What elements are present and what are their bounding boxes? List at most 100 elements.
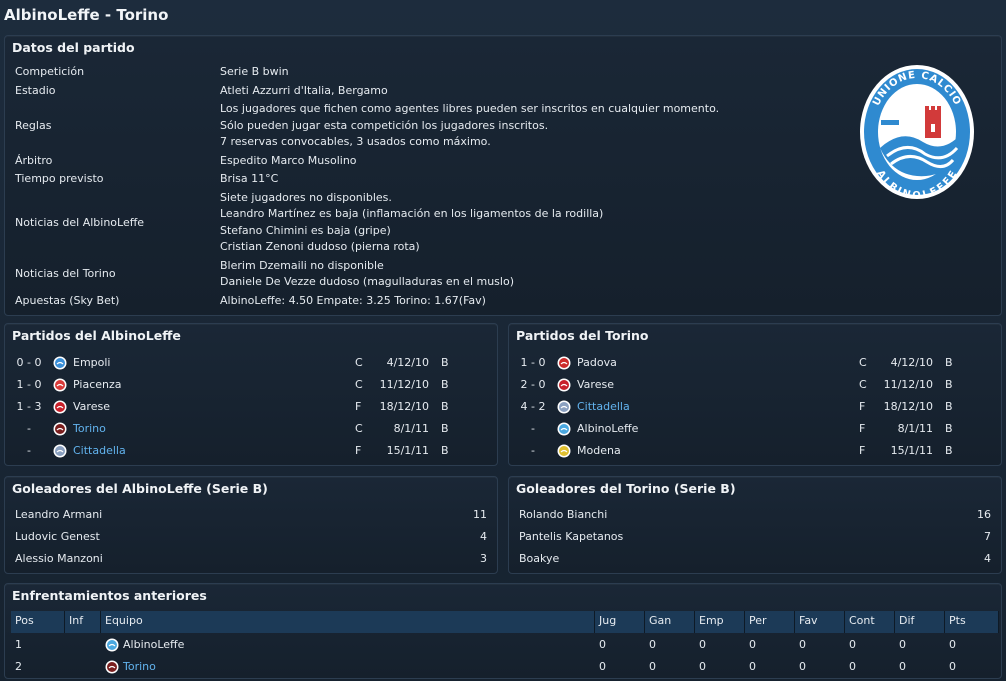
fixture-row[interactable]: 1 - 0 Piacenza C 11/12/10 B (5, 374, 497, 396)
scorer-name[interactable]: Boakye (519, 548, 559, 570)
scorer-row[interactable]: Pantelis Kapetanos 7 (509, 526, 1001, 548)
cell-dif: 0 (899, 660, 906, 673)
fixture-row[interactable]: - Torino C 8/1/11 B (5, 418, 497, 440)
column-header-pos[interactable]: Pos (11, 611, 65, 633)
scorer-row[interactable]: Ludovic Genest 4 (5, 526, 497, 548)
fixture-score: 4 - 2 (520, 400, 546, 413)
column-header-pts[interactable]: Pts (945, 611, 999, 633)
detail-value: 7 reservas convocables, 3 usados como má… (220, 135, 491, 148)
column-header-dif[interactable]: Dif (895, 611, 945, 633)
fixture-row[interactable]: 1 - 3 Varese F 18/12/10 B (5, 396, 497, 418)
scorer-name[interactable]: Pantelis Kapetanos (519, 526, 623, 548)
fixture-venue: F (355, 400, 362, 413)
cell-jug: 0 (599, 660, 606, 673)
column-header-fav[interactable]: Fav (795, 611, 845, 633)
home-fixtures-panel: Partidos del AlbinoLeffe 0 - 0 Empoli C 4/1… (4, 323, 498, 466)
crest-holder (53, 422, 67, 436)
fixture-row[interactable]: - AlbinoLeffe F 8/1/11 B (509, 418, 1001, 440)
fixture-team: Varese (73, 400, 110, 413)
fixture-row[interactable]: 1 - 0 Padova C 4/12/10 B (509, 352, 1001, 374)
home-scorers-panel: Goleadores del AlbinoLeffe (Serie B) Lea… (4, 476, 498, 574)
cell-per: 0 (749, 638, 756, 651)
scorer-row[interactable]: Boakye 4 (509, 548, 1001, 570)
crest-holder (53, 400, 67, 414)
scorer-name[interactable]: Alessio Manzoni (15, 548, 103, 570)
fixture-venue: C (859, 378, 867, 391)
scorer-goals: 11 (473, 508, 487, 521)
scorer-goals: 4 (480, 530, 487, 543)
away-scorers-panel: Goleadores del Torino (Serie B) Rolando … (508, 476, 1002, 574)
modena-crest-icon (557, 444, 571, 458)
fixture-row[interactable]: 4 - 2 Cittadella F 18/12/10 B (509, 396, 1001, 418)
home-scorers-title: Goleadores del AlbinoLeffe (Serie B) (12, 481, 268, 496)
fixture-competition: B (441, 400, 449, 413)
column-header-per[interactable]: Per (745, 611, 795, 633)
detail-label: Árbitro (15, 153, 53, 167)
fixture-venue: C (859, 356, 867, 369)
scorer-name[interactable]: Ludovic Genest (15, 526, 100, 548)
crest-holder (105, 638, 119, 652)
column-header-team[interactable]: Equipo (101, 611, 595, 633)
fixture-team[interactable]: Torino (73, 418, 106, 440)
crest-holder (53, 444, 67, 458)
detail-value: Siete jugadores no disponibles. (220, 190, 392, 204)
crest-holder (557, 400, 571, 414)
detail-value: Serie B bwin (220, 65, 289, 78)
cell-emp: 0 (699, 638, 706, 651)
fixture-venue: F (859, 444, 866, 457)
scorer-name[interactable]: Leandro Armani (15, 504, 102, 526)
detail-label: Reglas (15, 118, 52, 132)
scorer-row[interactable]: Leandro Armani 11 (5, 504, 497, 526)
fixture-score: 0 - 0 (16, 356, 42, 369)
cell-jug: 0 (599, 638, 606, 651)
fixture-row[interactable]: - Cittadella F 15/1/11 B (5, 440, 497, 462)
away-fixtures-panel: Partidos del Torino 1 - 0 Padova C 4/12/10 B… (508, 323, 1002, 466)
fixture-competition: B (441, 422, 449, 435)
fixture-team: Piacenza (73, 378, 122, 391)
fixture-team[interactable]: Cittadella (577, 396, 630, 418)
fixture-team: AlbinoLeffe (577, 422, 639, 435)
away-scorers-title: Goleadores del Torino (Serie B) (516, 481, 736, 496)
head-to-head-title: Enfrentamientos anteriores (12, 588, 207, 603)
fixture-row[interactable]: - Modena F 15/1/11 B (509, 440, 1001, 462)
scorer-goals: 16 (977, 508, 991, 521)
table-row[interactable]: 1 AlbinoLeffe 0 0 0 0 0 0 0 0 (11, 634, 999, 656)
column-header-inf[interactable]: Inf (65, 611, 101, 633)
detail-value: Sólo pueden jugar esta competición los j… (220, 118, 549, 132)
fixture-score: - (27, 444, 31, 457)
fixture-date: 15/1/11 (890, 444, 933, 457)
detail-value: Los jugadores que fichen como agentes li… (220, 102, 720, 115)
table-row[interactable]: 2 Torino 0 0 0 0 0 0 0 0 (11, 656, 999, 678)
piacenza-crest-icon (53, 378, 67, 392)
scorer-name[interactable]: Rolando Bianchi (519, 504, 607, 526)
column-header-jug[interactable]: Jug (595, 611, 645, 633)
scorer-row[interactable]: Alessio Manzoni 3 (5, 548, 497, 570)
fixture-row[interactable]: 0 - 0 Empoli C 4/12/10 B (5, 352, 497, 374)
team-name[interactable]: Torino (123, 656, 156, 678)
varese-crest-icon (557, 378, 571, 392)
cell-fav: 0 (799, 660, 806, 673)
fixture-date: 4/12/10 (386, 356, 429, 369)
team-name[interactable]: AlbinoLeffe (123, 634, 184, 656)
fixture-score: 1 - 0 (520, 356, 546, 369)
cell-pts: 0 (949, 638, 956, 651)
fixture-team[interactable]: Cittadella (73, 440, 126, 462)
crest-holder (53, 378, 67, 392)
column-header-gan[interactable]: Gan (645, 611, 695, 633)
detail-label: Noticias del Torino (15, 267, 116, 280)
fixture-row[interactable]: 2 - 0 Varese C 11/12/10 B (509, 374, 1001, 396)
cell-cont: 0 (849, 660, 856, 673)
cell-fav: 0 (799, 638, 806, 651)
column-header-emp[interactable]: Emp (695, 611, 745, 633)
fixture-score: - (27, 422, 31, 435)
albinoleffe-crest-icon (557, 422, 571, 436)
cell-emp: 0 (699, 660, 706, 673)
fixture-competition: B (945, 422, 953, 435)
fixture-score: 2 - 0 (520, 378, 546, 391)
detail-label: Tiempo previsto (15, 172, 104, 186)
fixture-team: Modena (577, 444, 621, 457)
fixture-venue: F (859, 400, 866, 413)
scorer-row[interactable]: Rolando Bianchi 16 (509, 504, 1001, 526)
column-header-cont[interactable]: Cont (845, 611, 895, 633)
fixture-competition: B (945, 378, 953, 391)
